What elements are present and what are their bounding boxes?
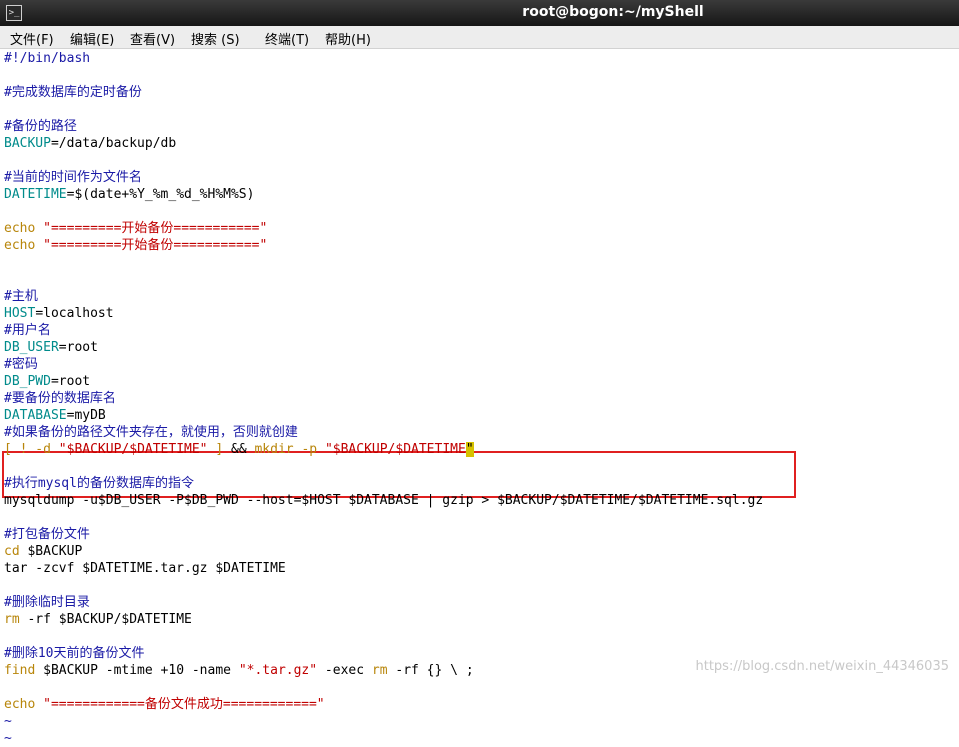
code-token: #密码: [4, 357, 38, 372]
code-token: "$BACKUP/$DATETIME": [58, 442, 208, 457]
terminal-editor[interactable]: #!/bin/bash #完成数据库的定时备份 #备份的路径 BACKUP=/data…: [0, 49, 959, 746]
code-line: #密码: [4, 356, 38, 373]
menu-help[interactable]: 帮助(H): [325, 29, 371, 48]
code-line: DB_PWD=root: [4, 373, 90, 390]
code-token: [ ! -d: [4, 442, 59, 457]
code-token: echo: [4, 221, 44, 236]
code-line: ~: [4, 713, 12, 730]
code-line: #打包备份文件: [4, 526, 90, 543]
code-line: DATABASE=myDB: [4, 407, 106, 424]
code-token: #当前的时间作为文件名: [4, 170, 142, 185]
code-token: DB_PWD: [4, 374, 51, 389]
code-token: rm: [371, 663, 396, 678]
code-line: find $BACKUP -mtime +10 -name "*.tar.gz"…: [4, 662, 474, 679]
code-token: "*.tar.gz": [238, 663, 318, 678]
window-titlebar[interactable]: >_ root@bogon:~/myShell: [0, 0, 959, 26]
code-line: DATETIME=$(date+%Y_%m_%d_%H%M%S): [4, 186, 254, 203]
code-line: rm -rf $BACKUP/$DATETIME: [4, 611, 192, 628]
code-token: cd: [4, 544, 28, 559]
code-token: -rf {} \ ;: [395, 663, 474, 678]
code-token: rm: [4, 612, 28, 627]
code-line: #执行mysql的备份数据库的指令: [4, 475, 194, 492]
code-line: #当前的时间作为文件名: [4, 169, 142, 186]
window-title: root@bogon:~/myShell: [522, 4, 704, 20]
menu-terminal[interactable]: 终端(T): [265, 29, 309, 48]
code-line: #如果备份的路径文件夹存在，就使用，否则就创建: [4, 424, 298, 441]
code-token: =root: [50, 374, 91, 389]
code-token: echo: [4, 238, 44, 253]
code-token: DATETIME: [4, 187, 67, 202]
code-token: tar -zcvf $DATETIME.tar.gz $DATETIME: [4, 561, 286, 576]
code-line: #要备份的数据库名: [4, 390, 116, 407]
menu-view[interactable]: 查看(V): [130, 29, 175, 48]
code-line: #备份的路径: [4, 118, 77, 135]
code-token: BACKUP: [4, 136, 51, 151]
code-token: ~: [4, 731, 12, 746]
code-token: "============备份文件成功============": [43, 697, 325, 712]
code-line: DB_USER=root: [4, 339, 98, 356]
code-token: =root: [58, 340, 98, 355]
code-token: ]: [207, 442, 231, 457]
code-token: DATABASE: [4, 408, 67, 423]
code-token: find: [4, 663, 44, 678]
code-line: #!/bin/bash: [4, 50, 90, 67]
menu-bar: 文件(F) 编辑(E) 查看(V) 搜索 (S) 终端(T) 帮助(H): [0, 26, 959, 49]
code-line: BACKUP=/data/backup/db: [4, 135, 176, 152]
menu-search[interactable]: 搜索 (S): [191, 29, 240, 48]
code-line: cd $BACKUP: [4, 543, 82, 560]
code-token: mysqldump -u$DB_USER -P$DB_PWD --host=$H…: [4, 493, 764, 508]
code-line: echo "============备份文件成功============": [4, 696, 325, 713]
code-token: echo: [4, 697, 44, 712]
code-line: ~: [4, 730, 12, 747]
code-token: ~: [4, 714, 12, 729]
code-token: #完成数据库的定时备份: [4, 85, 142, 100]
code-token: #执行mysql的备份数据库的指令: [4, 476, 194, 491]
code-token: -exec: [317, 663, 372, 678]
code-token: "=========开始备份===========": [43, 238, 268, 253]
menu-edit[interactable]: 编辑(E): [70, 29, 114, 48]
code-token: HOST: [4, 306, 36, 321]
code-token: #用户名: [4, 323, 51, 338]
code-line: #完成数据库的定时备份: [4, 84, 142, 101]
code-line: echo "=========开始备份===========": [4, 237, 267, 254]
code-token: "=========开始备份===========": [43, 221, 268, 236]
code-line: mysqldump -u$DB_USER -P$DB_PWD --host=$H…: [4, 492, 763, 509]
code-token: #!/bin/bash: [4, 51, 91, 66]
code-line: #删除临时目录: [4, 594, 90, 611]
code-token: $BACKUP -mtime +10 -name: [43, 663, 239, 678]
watermark: https://blog.csdn.net/weixin_44346035: [695, 659, 949, 674]
text-cursor: ": [465, 442, 474, 457]
code-token: #备份的路径: [4, 119, 77, 134]
code-line: echo "=========开始备份===========": [4, 220, 267, 237]
code-token: &&: [231, 442, 255, 457]
code-line: #用户名: [4, 322, 51, 339]
code-token: #删除临时目录: [4, 595, 90, 610]
code-token: #主机: [4, 289, 38, 304]
code-token: "$BACKUP/$DATETIME: [324, 442, 466, 457]
code-line: #主机: [4, 288, 38, 305]
menu-file[interactable]: 文件(F): [10, 29, 54, 48]
code-token: $BACKUP: [27, 544, 83, 559]
code-line: tar -zcvf $DATETIME.tar.gz $DATETIME: [4, 560, 286, 577]
code-token: mkdir -p: [254, 442, 325, 457]
code-token: #删除10天前的备份文件: [4, 646, 145, 661]
code-token: #打包备份文件: [4, 527, 90, 542]
code-token: =$(date+%Y_%m_%d_%H%M%S): [66, 187, 255, 202]
code-token: #如果备份的路径文件夹存在，就使用，否则就创建: [4, 425, 298, 440]
code-line: #删除10天前的备份文件: [4, 645, 144, 662]
code-line: [ ! -d "$BACKUP/$DATETIME" ] && mkdir -p…: [4, 441, 474, 458]
code-token: =myDB: [66, 408, 106, 423]
code-token: =localhost: [35, 306, 114, 321]
code-token: -rf $BACKUP/$DATETIME: [27, 612, 192, 627]
code-line: HOST=localhost: [4, 305, 114, 322]
code-token: =/data/backup/db: [50, 136, 177, 151]
code-token: DB_USER: [4, 340, 59, 355]
code-token: #要备份的数据库名: [4, 391, 116, 406]
